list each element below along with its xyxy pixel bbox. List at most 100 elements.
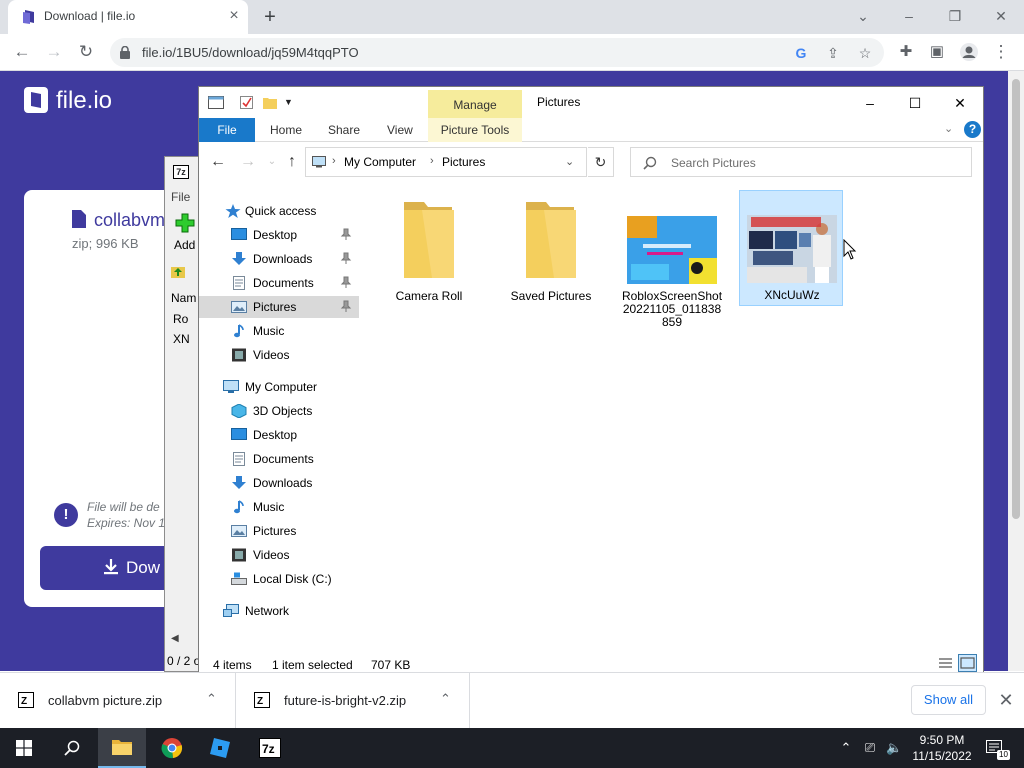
nav-qa-desktop[interactable]: Desktop (199, 224, 359, 246)
share-icon[interactable]: ⇪ (824, 44, 842, 62)
nav-network[interactable]: Network (199, 600, 359, 622)
tab-picture-tools[interactable]: Picture Tools (428, 118, 522, 142)
side-panel-icon[interactable]: ▣ (926, 41, 948, 63)
fileio-logo-icon[interactable] (24, 87, 48, 113)
explorer-close-button[interactable]: ✕ (940, 91, 980, 115)
forward-button[interactable]: → (43, 41, 65, 63)
search-box[interactable]: Search Pictures (630, 147, 972, 177)
bookmark-star-icon[interactable]: ☆ (856, 44, 874, 62)
volume-tray-icon[interactable]: 🔈 (886, 740, 902, 756)
refresh-button[interactable]: ↻ (588, 147, 614, 177)
breadcrumb-my-computer[interactable]: My Computer (344, 155, 416, 169)
details-view-button[interactable] (936, 654, 955, 672)
pin-icon[interactable] (340, 276, 352, 289)
window-icon[interactable] (208, 95, 224, 110)
browser-tab-active[interactable]: Download | file.io × (8, 0, 248, 34)
page-scrollbar[interactable] (1008, 71, 1024, 671)
file-tile-camera-roll[interactable]: Camera Roll (377, 192, 481, 308)
file-tile-xncuuwz[interactable]: XNcUuWz (739, 190, 843, 306)
new-tab-button[interactable]: + (259, 6, 281, 28)
tab-search-chevron-icon[interactable]: ⌄ (852, 5, 874, 27)
breadcrumb-separator-icon[interactable]: › (430, 155, 434, 167)
nav-my-computer[interactable]: My Computer (199, 376, 359, 398)
nav-quick-access[interactable]: Quick access (199, 200, 359, 222)
url-text[interactable]: file.io/1BU5/download/jq59M4tqqPTO (142, 45, 359, 60)
explorer-back-button[interactable]: ← (209, 153, 227, 171)
nav-pc-documents[interactable]: Documents (199, 448, 359, 470)
large-icons-view-button[interactable] (958, 654, 977, 672)
tray-overflow-chevron-icon[interactable]: ⌃ (838, 740, 854, 756)
pin-icon[interactable] (340, 252, 352, 265)
lock-icon[interactable] (119, 46, 131, 59)
scroll-left-arrow-icon[interactable]: ◀ (171, 633, 179, 644)
add-plus-icon[interactable] (175, 213, 195, 233)
tab-manage[interactable]: Manage (428, 90, 522, 120)
taskbar-chrome[interactable] (148, 728, 196, 768)
show-all-button[interactable]: Show all (911, 685, 986, 715)
download-item-future[interactable]: Z future-is-bright-v2.zip ⌃ (236, 673, 470, 729)
nav-pc-local-disk[interactable]: Local Disk (C:) (199, 568, 359, 590)
tab-home[interactable]: Home (270, 123, 302, 137)
fileio-brand[interactable]: file.io (56, 87, 112, 115)
help-icon[interactable]: ? (964, 121, 981, 138)
file-tile-saved-pictures[interactable]: Saved Pictures (499, 192, 603, 308)
browser-menu-icon[interactable]: ⋮ (990, 41, 1012, 63)
taskbar-roblox-studio[interactable] (196, 728, 244, 768)
page-scroll-thumb[interactable] (1012, 79, 1020, 519)
taskbar-7zip[interactable]: 7z (246, 728, 294, 768)
breadcrumb-separator-icon[interactable]: › (332, 155, 336, 167)
nav-qa-videos[interactable]: Videos (199, 344, 359, 366)
explorer-titlebar[interactable]: ▼ Manage Pictures – ☐ ✕ (199, 87, 983, 120)
sevenzip-row[interactable]: Ro (173, 312, 188, 326)
qat-dropdown-icon[interactable]: ▼ (284, 95, 300, 110)
explorer-minimize-button[interactable]: – (850, 91, 890, 115)
extensions-puzzle-icon[interactable]: ✚ (895, 41, 917, 63)
browser-restore-button[interactable]: ❐ (944, 5, 966, 27)
breadcrumb-pictures[interactable]: Pictures (442, 155, 485, 169)
search-input[interactable]: Search Pictures (671, 156, 756, 170)
recent-locations-chevron-icon[interactable]: ⌄ (263, 153, 281, 171)
nav-pc-videos[interactable]: Videos (199, 544, 359, 566)
explorer-maximize-button[interactable]: ☐ (895, 91, 935, 115)
tab-view[interactable]: View (387, 123, 413, 137)
close-shelf-icon[interactable]: ✕ (996, 690, 1016, 710)
nav-qa-documents[interactable]: Documents (199, 272, 359, 294)
file-tile-roblox-screenshot[interactable]: RobloxScreenShot20221105_011838859 (620, 192, 724, 329)
pin-icon[interactable] (340, 228, 352, 241)
properties-check-icon[interactable] (239, 95, 255, 110)
pin-icon[interactable] (340, 300, 352, 313)
taskbar-search-button[interactable] (48, 728, 96, 768)
nav-pc-pictures[interactable]: Pictures (199, 520, 359, 542)
address-bar[interactable]: file.io/1BU5/download/jq59M4tqqPTO G ⇪ ☆ (110, 38, 884, 67)
download-options-chevron-icon[interactable]: ⌃ (206, 691, 217, 707)
sevenzip-add-label[interactable]: Add (174, 238, 195, 252)
nav-qa-downloads[interactable]: Downloads (199, 248, 359, 270)
nav-pc-downloads[interactable]: Downloads (199, 472, 359, 494)
sevenzip-menu-file[interactable]: File (171, 190, 190, 204)
ribbon-expand-chevron-icon[interactable]: ⌄ (944, 122, 953, 135)
taskbar-clock[interactable]: 9:50 PM 11/15/2022 (912, 732, 972, 764)
sevenzip-col-name[interactable]: Nam (171, 291, 196, 305)
browser-close-button[interactable]: ✕ (990, 5, 1012, 27)
tab-file[interactable]: File (199, 118, 255, 142)
network-tray-icon[interactable]: ⎚ (862, 740, 878, 756)
explorer-address-bar[interactable]: › My Computer › Pictures ⌄ (305, 147, 587, 177)
back-button[interactable]: ← (11, 41, 33, 63)
folder-up-icon[interactable] (170, 263, 186, 279)
reload-button[interactable]: ↻ (75, 41, 97, 63)
address-dropdown-icon[interactable]: ⌄ (565, 155, 574, 168)
nav-pc-desktop[interactable]: Desktop (199, 424, 359, 446)
nav-pc-music[interactable]: Music (199, 496, 359, 518)
google-lens-icon[interactable]: G (792, 44, 810, 62)
profile-avatar-icon[interactable] (958, 41, 980, 63)
browser-minimize-button[interactable]: – (898, 5, 920, 27)
download-item-collabvm[interactable]: Z collabvm picture.zip ⌃ (0, 673, 236, 729)
start-button[interactable] (0, 728, 48, 768)
nav-qa-pictures[interactable]: Pictures (199, 296, 359, 318)
download-options-chevron-icon[interactable]: ⌃ (440, 691, 451, 707)
sevenzip-row[interactable]: XN (173, 332, 190, 346)
up-one-level-button[interactable]: ↑ (283, 153, 301, 171)
explorer-forward-button[interactable]: → (239, 153, 257, 171)
tab-share[interactable]: Share (328, 123, 360, 137)
nav-qa-music[interactable]: Music (199, 320, 359, 342)
